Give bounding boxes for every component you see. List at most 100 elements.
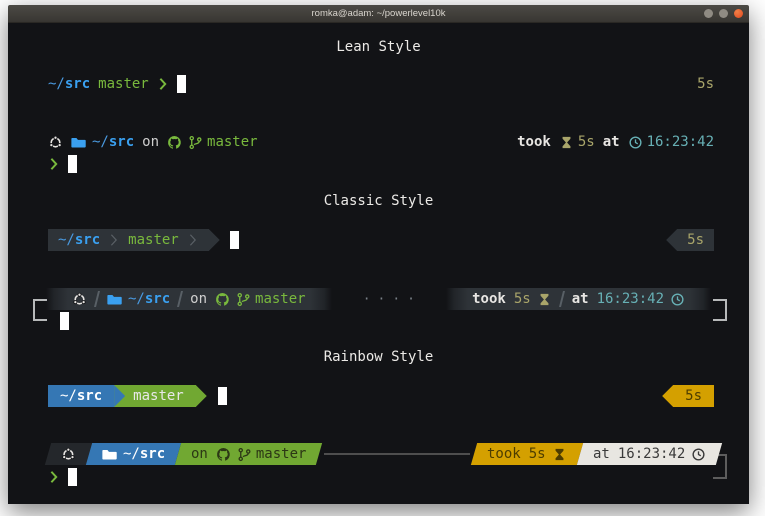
maximize-button[interactable] — [719, 9, 728, 18]
hourglass-icon — [552, 447, 567, 462]
clock-icon — [691, 447, 706, 462]
git-branch-name: master — [128, 232, 179, 248]
folder-icon — [107, 292, 122, 307]
powerline-arrow-right — [209, 229, 220, 251]
close-button[interactable] — [734, 9, 743, 18]
rainbow-twoline-prompt-top: ~/src on master took 5s — [48, 443, 719, 465]
current-time: 16:23:42 — [618, 446, 685, 462]
clock-icon — [628, 135, 643, 150]
git-branch-name: master — [98, 76, 149, 92]
rainbow-dir-segment: ~/src — [86, 443, 181, 465]
rainbow-dir-segment: ~/src — [48, 385, 114, 407]
folder-icon — [102, 447, 117, 462]
segment-separator-chevron-icon — [108, 233, 120, 247]
prompt-chevron-icon — [157, 77, 169, 91]
hourglass-icon — [537, 292, 552, 307]
classic-style-heading: Classic Style — [8, 190, 749, 212]
classic-left-segment: ~/src on master — [46, 288, 332, 310]
dir-prefix: ~/ — [60, 388, 77, 404]
rainbow-style-heading-text: Rainbow Style — [324, 349, 434, 365]
lean-style-heading-text: Lean Style — [336, 39, 420, 55]
segment-separator-chevron-icon — [187, 233, 199, 247]
rainbow-oneline-prompt: ~/src master 5s — [48, 385, 714, 407]
on-label: on — [190, 291, 207, 307]
ubuntu-logo-icon — [61, 447, 76, 462]
prompt-chevron-icon — [48, 157, 60, 171]
git-branch-name: master — [207, 134, 258, 150]
dir-prefix: ~/ — [92, 134, 109, 150]
minimize-button[interactable] — [704, 9, 713, 18]
segment-separator — [177, 291, 183, 307]
ubuntu-logo-icon — [48, 135, 63, 150]
hourglass-icon — [559, 135, 574, 150]
rainbow-branch-segment: master — [114, 385, 196, 407]
prompt-frame-left-bracket — [33, 299, 47, 321]
titlebar[interactable]: romka@adam: ~/powerlevel10k — [8, 5, 749, 23]
clock-icon — [670, 292, 685, 307]
git-branch-name: master — [256, 446, 307, 462]
terminal-cursor — [218, 387, 227, 405]
powerline-arrow-right — [196, 385, 207, 407]
powerline-arrow-right — [114, 385, 125, 407]
command-duration: 5s — [514, 291, 531, 307]
current-time: 16:23:42 — [647, 134, 714, 150]
dir-prefix: ~/ — [48, 76, 65, 92]
lean-twoline-prompt-top: ~/src on master took 5s at 16:23:42 — [48, 131, 714, 153]
dir-name: src — [145, 291, 170, 307]
lean-style-heading: Lean Style — [8, 36, 749, 58]
folder-icon — [71, 135, 86, 150]
dir-name: src — [109, 134, 134, 150]
git-branch-name: master — [255, 291, 306, 307]
rainbow-twoline-prompt-bottom — [48, 466, 714, 488]
on-label: on — [142, 134, 159, 150]
rainbow-branch-segment: on master — [175, 443, 323, 465]
window-title: romka@adam: ~/powerlevel10k — [312, 8, 446, 19]
powerline-arrow-left — [662, 385, 673, 407]
classic-twoline-prompt-bottom — [60, 310, 714, 332]
terminal-cursor — [68, 468, 77, 486]
classic-right-segment: 5s — [677, 229, 714, 251]
rainbow-duration-segment: 5s — [673, 385, 714, 407]
on-label: on — [191, 446, 208, 462]
git-branch-name: master — [133, 388, 184, 404]
terminal-cursor — [177, 75, 186, 93]
at-label: at — [593, 446, 610, 462]
dir-prefix: ~/ — [128, 291, 145, 307]
dir-name: src — [140, 446, 165, 462]
terminal-content[interactable]: Lean Style ~/src master 5s ~/src on mast… — [8, 23, 749, 504]
terminal-cursor — [230, 231, 239, 249]
lean-twoline-prompt-bottom — [48, 153, 714, 175]
github-icon — [215, 292, 230, 307]
segment-separator — [559, 291, 565, 307]
dir-name: src — [65, 76, 90, 92]
rainbow-time-segment: at 16:23:42 — [577, 443, 723, 465]
lean-oneline-prompt: ~/src master 5s — [48, 73, 714, 95]
at-label: at — [603, 134, 620, 150]
classic-style-heading-text: Classic Style — [324, 193, 434, 209]
classic-twoline-prompt-top: ~/src on master ···· took 5s at 16:23:42 — [46, 288, 711, 310]
terminal-window: romka@adam: ~/powerlevel10k Lean Style ~… — [8, 5, 749, 504]
classic-left-segment: ~/src master — [48, 229, 209, 251]
segment-separator — [94, 291, 100, 307]
powerline-arrow-left — [666, 229, 677, 251]
took-label: took — [487, 446, 521, 462]
dir-prefix: ~/ — [58, 232, 75, 248]
rainbow-os-segment — [45, 443, 92, 465]
took-label: took — [517, 134, 551, 150]
prompt-frame-right-bracket — [713, 299, 727, 321]
terminal-cursor — [68, 155, 77, 173]
git-branch-icon — [237, 447, 252, 462]
terminal-cursor — [60, 312, 69, 330]
dir-prefix: ~/ — [123, 446, 140, 462]
command-duration: 5s — [697, 76, 714, 92]
prompt-connector-line — [324, 453, 471, 455]
github-icon — [216, 447, 231, 462]
prompt-chevron-icon — [48, 470, 60, 484]
current-time: 16:23:42 — [597, 291, 664, 307]
classic-right-segment: took 5s at 16:23:42 — [446, 288, 711, 310]
rainbow-duration-segment: took 5s — [471, 443, 583, 465]
rainbow-style-heading: Rainbow Style — [8, 346, 749, 368]
ubuntu-logo-icon — [72, 292, 87, 307]
classic-oneline-prompt: ~/src master 5s — [48, 229, 714, 251]
dir-name: src — [77, 388, 102, 404]
